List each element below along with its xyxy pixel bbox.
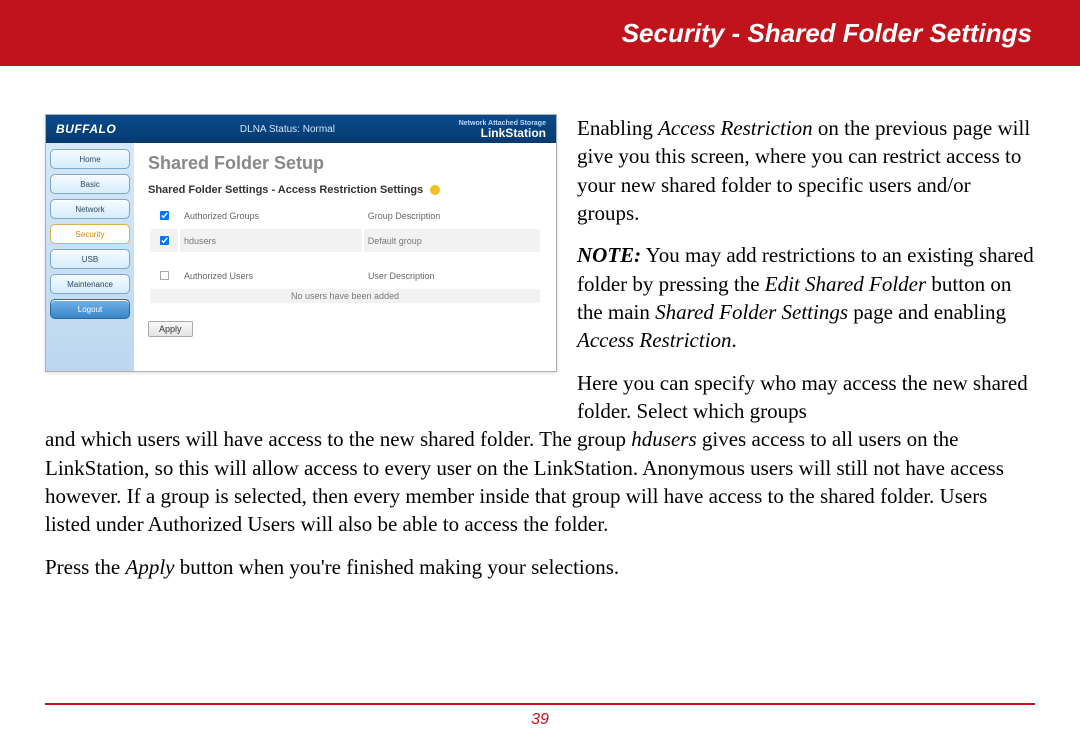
nav-logout[interactable]: Logout	[50, 299, 130, 319]
sidebar-nav: Home Basic Network Security USB Maintena…	[46, 143, 134, 371]
p2-part-d: Shared Folder Settings	[655, 300, 848, 324]
col-authorized-groups: Authorized Groups	[180, 204, 362, 227]
col-group-description: Group Description	[364, 204, 540, 227]
content: BUFFALO DLNA Status: Normal Network Atta…	[0, 66, 1080, 581]
col-authorized-users: Authorized Users	[180, 264, 362, 287]
group-row-checkbox[interactable]	[160, 236, 169, 245]
help-icon[interactable]	[430, 185, 440, 195]
p4-part-c: button when you're finished making your …	[174, 555, 619, 579]
panel-subheading: Shared Folder Settings - Access Restrict…	[148, 184, 542, 196]
no-users-message: No users have been added	[150, 289, 540, 303]
no-users-row: No users have been added	[150, 289, 540, 303]
footer: 39	[0, 703, 1080, 729]
paragraph-3-cont: and which users will have access to the …	[45, 425, 1035, 538]
nav-usb[interactable]: USB	[50, 249, 130, 269]
p3-hdusers: hdusers	[631, 427, 696, 451]
group-row: hdusers Default group	[150, 229, 540, 252]
nav-security[interactable]: Security	[50, 224, 130, 244]
groups-table: Authorized Groups Group Description hdus…	[148, 202, 542, 254]
p2-part-e: page and enabling	[848, 300, 1006, 324]
panel-subheading-text: Shared Folder Settings - Access Restrict…	[148, 184, 423, 196]
note-label: NOTE:	[577, 243, 641, 267]
p4-part-a: Press the	[45, 555, 126, 579]
product-title: LinkStation	[459, 127, 546, 139]
group-desc-cell: Default group	[364, 229, 540, 252]
ui-screenshot: BUFFALO DLNA Status: Normal Network Atta…	[45, 114, 557, 372]
page-number: 39	[531, 711, 549, 728]
col-user-description: User Description	[364, 264, 540, 287]
product-name: Network Attached Storage LinkStation	[459, 120, 546, 139]
dlna-status: DLNA Status: Normal	[240, 124, 335, 135]
top-row: BUFFALO DLNA Status: Normal Network Atta…	[45, 114, 1035, 425]
apply-button[interactable]: Apply	[148, 321, 193, 337]
users-table: Authorized Users User Description No use…	[148, 262, 542, 305]
user-checkbox-header[interactable]	[160, 271, 169, 280]
shot-main-panel: Shared Folder Setup Shared Folder Settin…	[134, 143, 556, 371]
paragraph-1: Enabling Access Restriction on the previ…	[577, 114, 1035, 227]
paragraph-3-start: Here you can specify who may access the …	[577, 369, 1035, 426]
nav-maintenance[interactable]: Maintenance	[50, 274, 130, 294]
body-text: and which users will have access to the …	[45, 425, 1035, 581]
panel-heading: Shared Folder Setup	[148, 153, 542, 174]
nav-home[interactable]: Home	[50, 149, 130, 169]
p3-lead-in: Here you can specify who may access the …	[577, 371, 1028, 423]
header-bar: Security - Shared Folder Settings	[0, 0, 1080, 66]
right-text-column: Enabling Access Restriction on the previ…	[577, 114, 1035, 425]
p4-part-b: Apply	[126, 555, 175, 579]
footer-divider	[45, 703, 1035, 705]
brand-logo: BUFFALO	[56, 122, 116, 136]
shot-topbar: BUFFALO DLNA Status: Normal Network Atta…	[46, 115, 556, 143]
p1-part-a: Enabling	[577, 116, 658, 140]
nav-network[interactable]: Network	[50, 199, 130, 219]
p3-cont-a: and which users will have access to the …	[45, 427, 631, 451]
shot-body: Home Basic Network Security USB Maintena…	[46, 143, 556, 371]
nav-basic[interactable]: Basic	[50, 174, 130, 194]
p1-part-b: Access Restriction	[658, 116, 813, 140]
p2-part-g: .	[732, 328, 737, 352]
p2-part-b: Edit Shared Folder	[765, 272, 926, 296]
page-title: Security - Shared Folder Settings	[622, 18, 1032, 49]
p2-part-f: Access Restriction	[577, 328, 732, 352]
paragraph-4: Press the Apply button when you're finis…	[45, 553, 1035, 581]
group-checkbox-header[interactable]	[160, 211, 169, 220]
paragraph-note: NOTE: You may add restrictions to an exi…	[577, 241, 1035, 354]
group-name-cell: hdusers	[180, 229, 362, 252]
